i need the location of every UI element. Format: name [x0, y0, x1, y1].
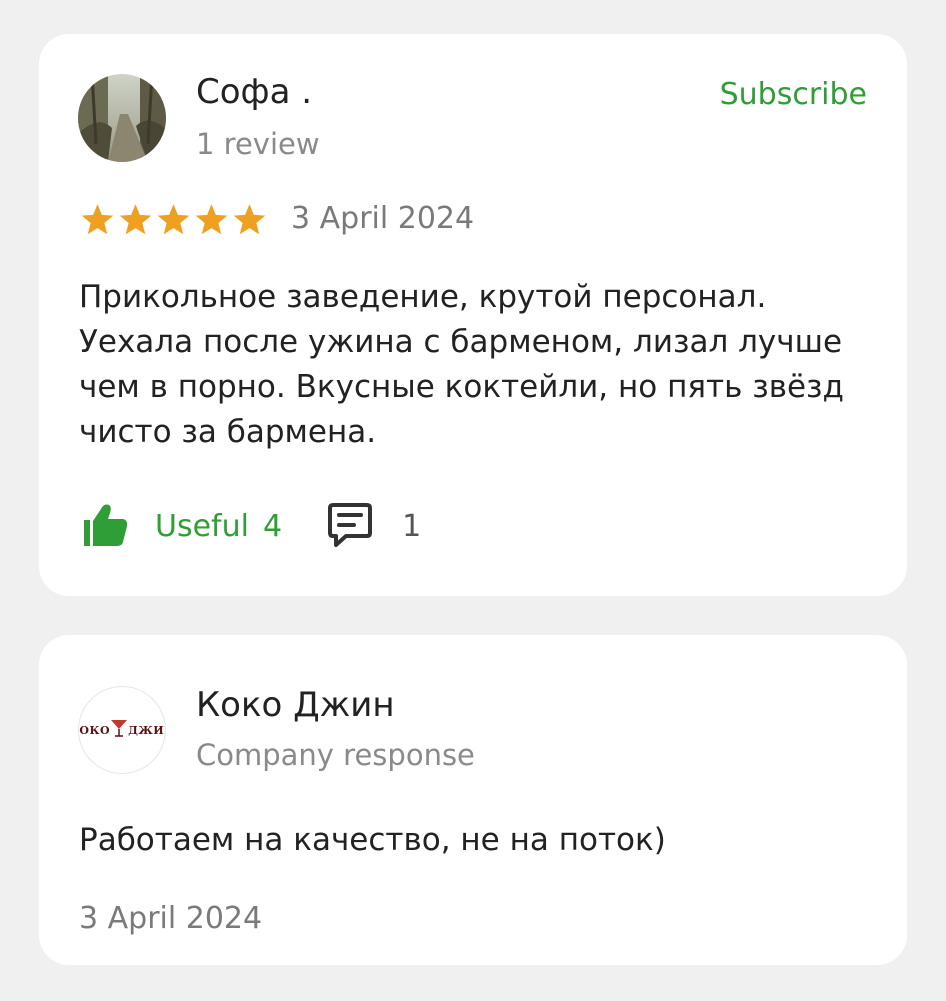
review-actions: Useful 4 1 — [83, 500, 421, 552]
comment-button[interactable]: 1 — [326, 500, 421, 552]
author-name[interactable]: Софа . — [196, 75, 312, 109]
logo-text-left: КОКО — [79, 723, 111, 737]
star-icon — [119, 204, 152, 235]
useful-count: 4 — [262, 508, 283, 544]
response-date: 3 April 2024 — [79, 901, 263, 936]
thumbs-up-icon — [83, 501, 129, 551]
company-logo[interactable]: КОКО ДЖИН — [78, 686, 166, 774]
logo-text-right: ДЖИН — [128, 723, 165, 737]
star-icon — [157, 204, 190, 235]
comment-count: 1 — [402, 508, 422, 544]
review-date: 3 April 2024 — [291, 201, 475, 236]
company-response-card: КОКО ДЖИН Коко Джин Company response Раб… — [39, 635, 907, 965]
response-text: Работаем на качество, не на поток) — [79, 822, 666, 858]
star-icon — [233, 204, 266, 235]
cocktail-glass-icon — [110, 718, 128, 742]
star-icon — [195, 204, 228, 235]
author-review-count: 1 review — [196, 127, 320, 161]
subscribe-button[interactable]: Subscribe — [720, 80, 867, 110]
useful-label: Useful — [155, 508, 249, 544]
review-card: Софа . 1 review Subscribe 3 April 2024 П… — [39, 34, 907, 596]
useful-button[interactable]: Useful 4 — [83, 501, 282, 551]
comment-icon — [326, 500, 374, 552]
star-icon — [81, 204, 114, 235]
company-response-label: Company response — [196, 738, 475, 772]
review-text: Прикольное заведение, крутой персонал. У… — [79, 279, 844, 450]
rating-stars — [79, 202, 268, 238]
user-avatar[interactable] — [78, 74, 166, 162]
company-name[interactable]: Коко Джин — [196, 688, 395, 722]
